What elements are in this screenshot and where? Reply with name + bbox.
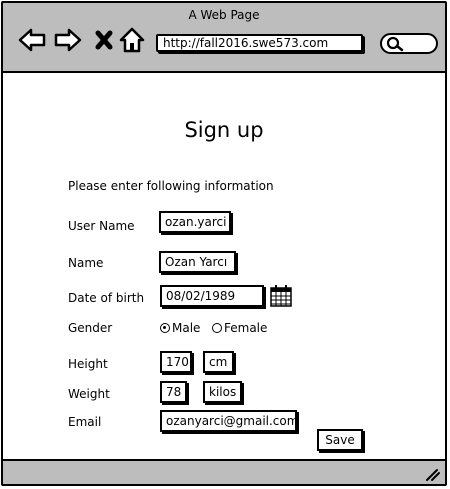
gender-male-radio[interactable]: Male [160, 321, 200, 335]
dob-label: Date of birth [68, 291, 145, 305]
weight-label: Weight [68, 387, 110, 401]
resize-handle-icon[interactable] [423, 466, 441, 482]
calendar-icon[interactable] [269, 284, 293, 308]
close-x-icon[interactable] [89, 25, 119, 55]
dob-field[interactable]: 08/02/1989 [160, 285, 264, 307]
back-arrow-icon[interactable] [17, 25, 47, 55]
weight-unit-field[interactable]: kilos [203, 381, 242, 403]
email-label: Email [68, 415, 102, 429]
browser-chrome: A Web Page http://fall2016.swe573.com [3, 3, 445, 73]
height-unit-field[interactable]: cm [203, 351, 234, 373]
weight-field[interactable]: 78 [160, 381, 187, 403]
window-title: A Web Page [188, 8, 260, 22]
status-bar [3, 459, 445, 484]
gender-female-label: Female [224, 321, 268, 335]
height-field[interactable]: 170 [160, 351, 192, 373]
username-field[interactable]: ozan.yarci [159, 211, 231, 233]
name-label: Name [68, 256, 104, 270]
address-bar[interactable]: http://fall2016.swe573.com [156, 34, 363, 52]
username-label: User Name [68, 219, 135, 233]
gender-label: Gender [68, 321, 113, 335]
forward-arrow-icon[interactable] [53, 25, 83, 55]
search-box[interactable] [380, 33, 438, 54]
page-title: Sign up [184, 118, 264, 142]
browser-window: A Web Page http://fall2016.swe573.com Si… [1, 1, 447, 486]
email-field[interactable]: ozanyarci@gmail.com [160, 410, 298, 432]
search-icon [386, 36, 404, 52]
page-content: Sign up Please enter following informati… [3, 73, 445, 461]
gender-male-label: Male [172, 321, 201, 335]
gender-female-radio[interactable]: Female [212, 321, 267, 335]
intro-text: Please enter following information [68, 179, 274, 193]
radio-selected-icon [160, 323, 170, 333]
radio-unselected-icon [212, 323, 222, 333]
save-button[interactable]: Save [317, 429, 363, 451]
name-field[interactable]: Ozan Yarcı [159, 251, 236, 273]
height-label: Height [68, 357, 108, 371]
home-icon[interactable] [117, 25, 147, 55]
